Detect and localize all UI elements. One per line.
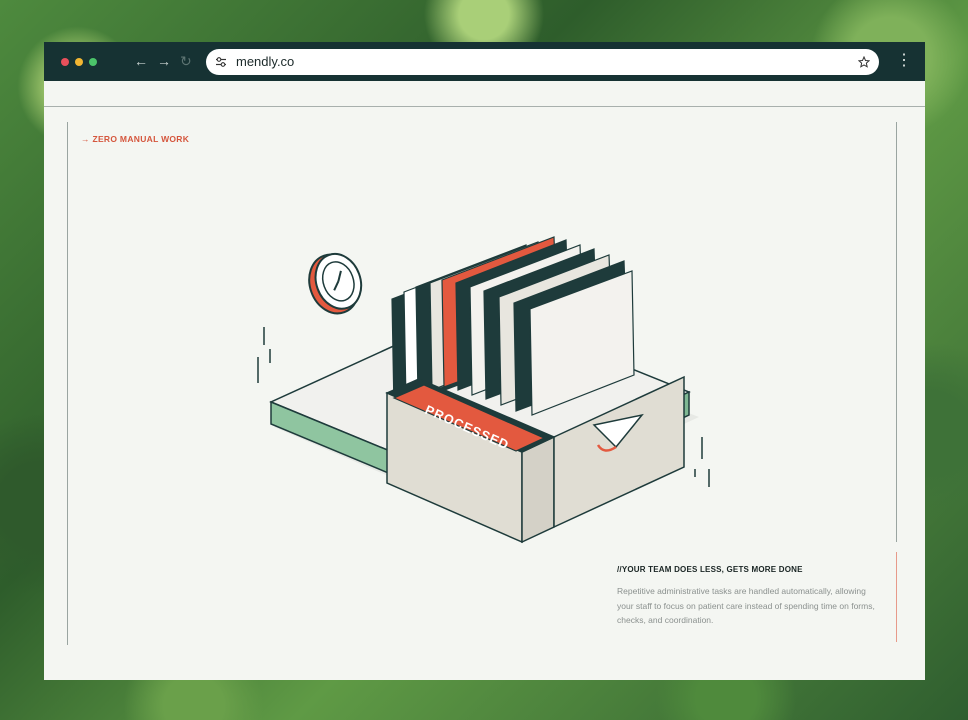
minimize-window-button[interactable]: [75, 58, 83, 66]
right-guide-line: [896, 122, 897, 542]
section-eyebrow: → ZERO MANUAL WORK: [81, 134, 190, 144]
clock-icon: [308, 252, 363, 315]
address-bar[interactable]: mendly.co: [206, 49, 879, 75]
more-menu-icon[interactable]: ⋮: [896, 51, 912, 71]
browser-window: ← → ↻ mendly.co ⋮ → ZERO MANUAL WORK PRO…: [44, 42, 925, 680]
back-arrow-icon[interactable]: ←: [134, 51, 148, 71]
section-heading: //YOUR TEAM DOES LESS, GETS MORE DONE: [617, 565, 803, 574]
bookmark-star-icon[interactable]: [858, 56, 870, 68]
right-accent-line: [896, 552, 897, 642]
url-text[interactable]: mendly.co: [236, 54, 294, 69]
page-content: → ZERO MANUAL WORK PROCESSED //YOUR TEAM…: [44, 107, 925, 680]
page-header-strip: [44, 81, 925, 107]
browser-toolbar: ← → ↻ mendly.co ⋮: [44, 42, 925, 81]
site-settings-icon[interactable]: [215, 56, 227, 68]
processed-files-illustration: PROCESSED: [257, 236, 710, 544]
close-window-button[interactable]: [61, 58, 69, 66]
section-description: Repetitive administrative tasks are hand…: [617, 586, 875, 625]
forward-arrow-icon[interactable]: →: [157, 51, 171, 71]
left-guide-line: [67, 122, 68, 645]
maximize-window-button[interactable]: [89, 58, 97, 66]
reload-icon[interactable]: ↻: [180, 51, 192, 71]
